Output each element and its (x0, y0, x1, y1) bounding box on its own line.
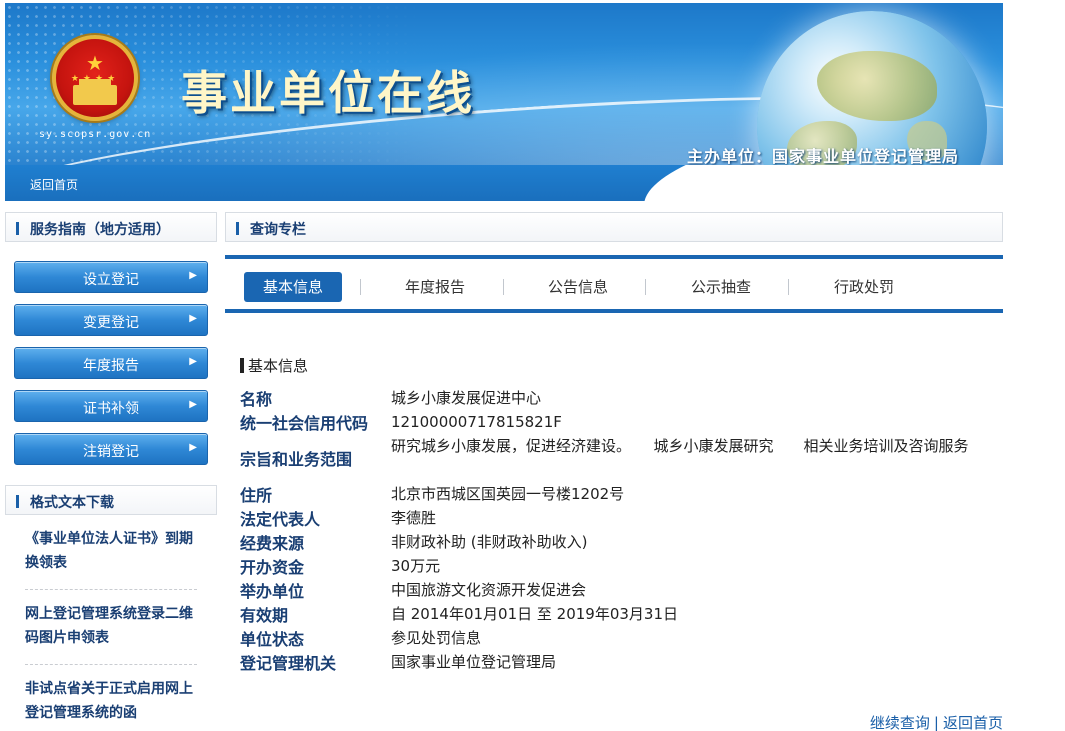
field-value: 30万元 (391, 557, 441, 575)
national-emblem-icon: ★ ★★★★ (52, 35, 138, 121)
field-label: 登记管理机关 (240, 654, 337, 673)
field-label: 统一社会信用代码 (240, 414, 369, 433)
field-value: 研究城乡小康发展，促进经济建设。 城乡小康发展研究 相关业务培训及咨询服务 (391, 437, 969, 455)
title-bar-marker (236, 222, 239, 235)
header-banner: ★ ★★★★ sy.scopsr.gov.cn 事业单位在线 主办单位：国家事业… (5, 3, 1003, 165)
title-bar-marker (16, 495, 19, 508)
change-registration-button[interactable]: 变更登记 ▶ (14, 304, 208, 336)
tab-spot-check[interactable]: 公示抽查 (672, 272, 770, 302)
field-label: 名称 (240, 390, 273, 409)
button-label: 注销登记 (83, 444, 139, 460)
tab-separator (360, 279, 361, 295)
tab-separator (645, 279, 646, 295)
establish-registration-button[interactable]: 设立登记 ▶ (14, 261, 208, 293)
nav-home-link[interactable]: 返回首页 (30, 176, 78, 193)
back-home-link[interactable]: 返回首页 (943, 714, 1003, 731)
download-link[interactable]: 非试点省关于正式启用网上登记管理系统的函 (25, 665, 197, 731)
download-link[interactable]: 网上登记管理系统登录二维码图片申领表 (25, 590, 197, 665)
service-guide-header: 服务指南（地方适用） (5, 212, 217, 242)
field-value: 北京市西城区国英园一号楼1202号 (391, 485, 625, 503)
field-value: 中国旅游文化资源开发促进会 (391, 581, 587, 599)
tab-penalties[interactable]: 行政处罚 (815, 272, 913, 302)
triangle-right-icon: ▶ (189, 313, 197, 324)
field-label: 经费来源 (240, 534, 305, 553)
tab-announcements[interactable]: 公告信息 (529, 272, 627, 302)
field-value: 非财政补助 (非财政补助收入) (391, 533, 588, 551)
certificate-reissue-button[interactable]: 证书补领 ▶ (14, 390, 208, 422)
field-value: 12100000717815821F (391, 413, 562, 431)
site-title: 事业单位在线 (181, 66, 475, 120)
downloads-list: 《事业单位法人证书》到期换领表 网上登记管理系统登录二维码图片申领表 非试点省关… (5, 515, 217, 731)
download-link[interactable]: 《事业单位法人证书》到期换领表 (25, 515, 197, 590)
field-label: 开办资金 (240, 558, 305, 577)
query-panel-title: 查询专栏 (250, 222, 306, 238)
field-value: 李德胜 (391, 509, 437, 527)
downloads-header: 格式文本下载 (5, 485, 217, 515)
link-separator: | (933, 714, 939, 731)
field-label: 住所 (240, 486, 273, 505)
top-nav-bar: 返回首页 (5, 165, 1003, 201)
tab-annual-report[interactable]: 年度报告 (386, 272, 484, 302)
triangle-right-icon: ▶ (189, 442, 197, 453)
tab-separator (788, 279, 789, 295)
button-label: 证书补领 (83, 401, 139, 417)
button-label: 设立登记 (83, 272, 139, 288)
field-label: 单位状态 (240, 630, 305, 649)
tab-basic-info[interactable]: 基本信息 (244, 272, 342, 302)
site-domain: sy.scopsr.gov.cn (39, 129, 152, 140)
tab-separator (503, 279, 504, 295)
field-value: 城乡小康发展促进中心 (391, 389, 542, 407)
title-bar-marker (240, 358, 244, 373)
field-value: 参见处罚信息 (391, 629, 482, 647)
field-label: 宗旨和业务范围 (240, 450, 353, 469)
button-label: 变更登记 (83, 315, 139, 331)
annual-report-button[interactable]: 年度报告 ▶ (14, 347, 208, 379)
field-value: 国家事业单位登记管理局 (391, 653, 557, 671)
footer-links: 继续查询 | 返回首页 (870, 712, 1003, 731)
info-tabs: 基本信息 年度报告 公告信息 公示抽查 行政处罚 (225, 255, 1003, 313)
section-title-text: 基本信息 (248, 357, 309, 375)
downloads-title: 格式文本下载 (30, 495, 114, 511)
triangle-right-icon: ▶ (189, 399, 197, 410)
triangle-right-icon: ▶ (189, 270, 197, 281)
continue-query-link[interactable]: 继续查询 (870, 714, 930, 731)
field-value: 自 2014年01月01日 至 2019年03月31日 (391, 605, 679, 623)
host-organization: 主办单位：国家事业单位登记管理局 (687, 147, 960, 165)
field-label: 有效期 (240, 606, 289, 625)
service-guide-title: 服务指南（地方适用） (30, 222, 170, 238)
field-label: 法定代表人 (240, 510, 321, 529)
field-label: 举办单位 (240, 582, 305, 601)
button-label: 年度报告 (83, 358, 139, 374)
section-title: 基本信息 (240, 355, 308, 376)
deregistration-button[interactable]: 注销登记 ▶ (14, 433, 208, 465)
title-bar-marker (16, 222, 19, 235)
triangle-right-icon: ▶ (189, 356, 197, 367)
query-panel-header: 查询专栏 (225, 212, 1003, 242)
